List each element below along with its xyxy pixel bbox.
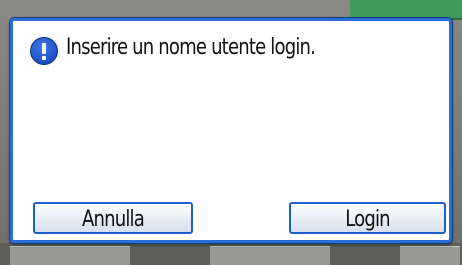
background-tab <box>10 246 130 265</box>
cancel-button-label: Annulla <box>82 207 145 232</box>
background-status-bar <box>350 0 462 20</box>
login-button-label: Login <box>345 207 390 232</box>
background-tab <box>400 246 460 265</box>
background-tab <box>210 246 330 265</box>
dialog-message: Inserire un nome utente login. <box>66 35 316 60</box>
info-icon <box>30 37 58 65</box>
login-button[interactable]: Login <box>289 202 446 234</box>
cancel-button[interactable]: Annulla <box>33 202 193 234</box>
login-prompt-dialog: Inserire un nome utente login. Annulla L… <box>10 18 452 243</box>
